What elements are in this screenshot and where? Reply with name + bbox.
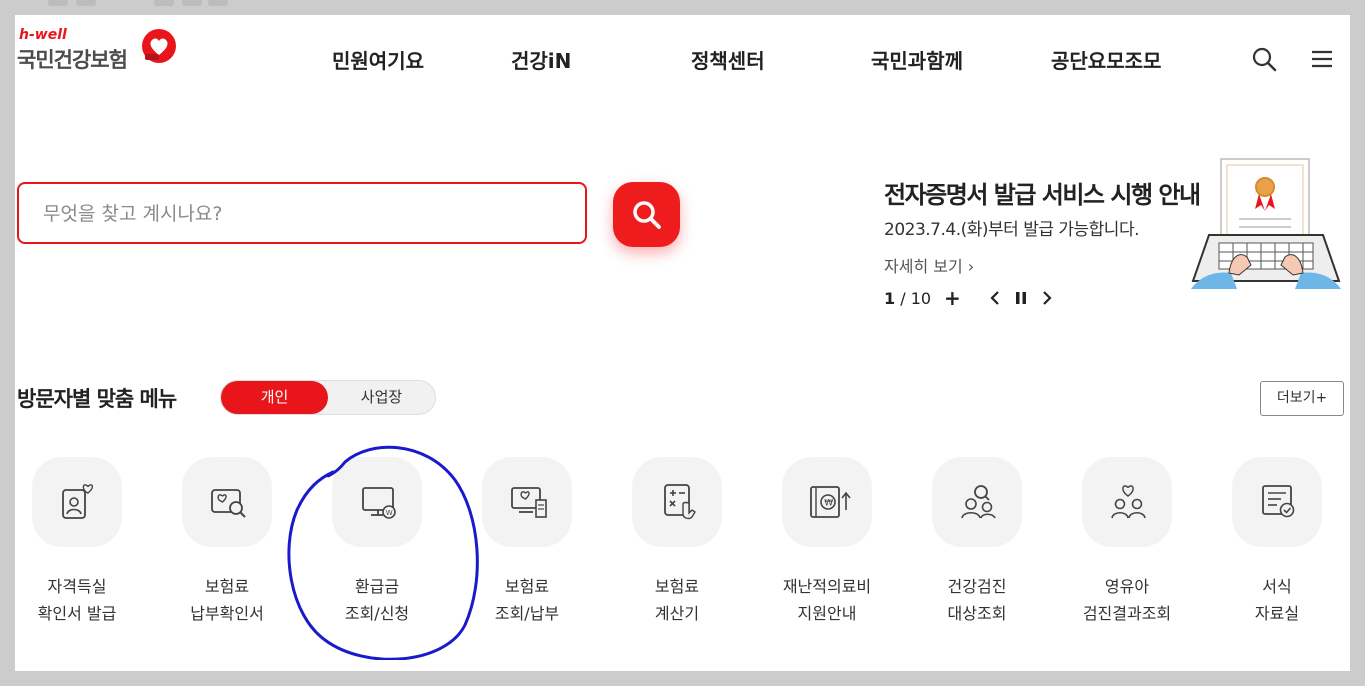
menu-label-line1: 보험료 bbox=[504, 577, 550, 596]
search-button[interactable] bbox=[613, 182, 680, 247]
menu-label-line1: 재난적의료비 bbox=[782, 577, 872, 596]
people-search-icon bbox=[961, 485, 996, 519]
won-support-icon: ₩ bbox=[810, 486, 851, 518]
nav-item-with-citizens[interactable]: 국민과함께 bbox=[871, 45, 963, 74]
menu-item-label: 보험료 납부확인서 bbox=[152, 573, 302, 627]
menu-icon-bg bbox=[1232, 457, 1322, 547]
menu-label-line2: 확인서 발급 bbox=[37, 604, 117, 623]
banner-plus-button[interactable]: + bbox=[944, 287, 964, 309]
menu-label-line2: 자료실 bbox=[1254, 604, 1300, 623]
menu-item-premium-calculator[interactable]: 보험료 계산기 bbox=[602, 457, 752, 637]
search-icon[interactable] bbox=[1251, 46, 1277, 72]
pager-total: 10 bbox=[910, 289, 932, 308]
strip-pill bbox=[48, 0, 68, 6]
menu-item-payment-certificate[interactable]: 보험료 납부확인서 bbox=[152, 457, 302, 637]
banner-pager: 1 / 10 bbox=[884, 289, 931, 308]
nav-item-health-in[interactable]: 건강iN bbox=[511, 45, 571, 74]
family-heart-icon bbox=[1111, 485, 1146, 519]
laptop-certificate-illustration bbox=[1191, 158, 1341, 289]
pager-separator: / bbox=[900, 289, 906, 308]
menu-item-label: 보험료 조회/납부 bbox=[452, 573, 602, 627]
page: h-well 국민건강보험 민원여기요 건강iN 정책센터 국민과함께 공단요모… bbox=[15, 15, 1350, 671]
menu-item-forms[interactable]: 서식 자료실 bbox=[1202, 457, 1350, 637]
menu-label-line1: 보험료 bbox=[654, 577, 700, 596]
menu-label-line2: 대상조회 bbox=[947, 604, 1007, 623]
menu-label-line2: 조회/신청 bbox=[344, 604, 410, 623]
svg-text:₩: ₩ bbox=[824, 499, 833, 509]
strip-pill bbox=[208, 0, 228, 6]
search-icon bbox=[633, 201, 661, 229]
menu-label-line1: 환급금 bbox=[354, 577, 400, 596]
document-search-icon bbox=[211, 489, 246, 518]
nav-item-policy-center[interactable]: 정책센터 bbox=[691, 45, 765, 74]
menu-item-label: 건강검진 대상조회 bbox=[902, 573, 1052, 627]
more-button[interactable]: 더보기+ bbox=[1260, 381, 1344, 416]
menu-item-label: 환급금 조회/신청 bbox=[302, 573, 452, 627]
menu-item-label: 영유아 검진결과조회 bbox=[1052, 573, 1202, 627]
strip-pill bbox=[76, 0, 96, 6]
pager-current: 1 bbox=[884, 289, 896, 308]
chevron-right-icon[interactable] bbox=[1037, 287, 1057, 309]
menu-item-catastrophic-medical[interactable]: ₩ 재난적의료비 지원안내 bbox=[752, 457, 902, 637]
pause-icon[interactable] bbox=[1011, 287, 1031, 309]
banner-more-link[interactable]: 자세히 보기 › bbox=[884, 253, 974, 277]
menu-icon-bg: W bbox=[332, 457, 422, 547]
toggle-personal[interactable]: 개인 bbox=[221, 381, 328, 414]
menu-label-line1: 영유아 bbox=[1104, 577, 1150, 596]
menu-item-health-checkup[interactable]: 건강검진 대상조회 bbox=[902, 457, 1052, 637]
menu-label-line2: 납부확인서 bbox=[190, 604, 264, 623]
menu-item-qualification[interactable]: 자격득실 확인서 발급 bbox=[15, 457, 152, 637]
menu-item-label: 재난적의료비 지원안내 bbox=[752, 573, 902, 627]
search-box bbox=[17, 182, 587, 244]
menu-icon-bg bbox=[632, 457, 722, 547]
menu-label-line1: 보험료 bbox=[204, 577, 250, 596]
search-input[interactable] bbox=[41, 198, 565, 230]
id-card-heart-icon bbox=[62, 484, 94, 519]
svg-text:W: W bbox=[386, 509, 393, 517]
menu-label-line2: 조회/납부 bbox=[494, 604, 560, 623]
menu-label-line2: 지원안내 bbox=[797, 604, 857, 623]
menu-icon-bg bbox=[482, 457, 572, 547]
nav-item-minwon[interactable]: 민원여기요 bbox=[332, 45, 424, 74]
menu-icon-bg: ₩ bbox=[782, 457, 872, 547]
main-nav: 민원여기요 건강iN 정책센터 국민과함께 공단요모조모 bbox=[15, 45, 1350, 75]
calculator-icon bbox=[664, 484, 696, 520]
chevron-left-icon[interactable] bbox=[985, 287, 1005, 309]
menu-icon-bg bbox=[1082, 457, 1172, 547]
menu-label-line1: 건강검진 bbox=[947, 577, 1007, 596]
menu-item-label: 서식 자료실 bbox=[1202, 573, 1350, 627]
visitor-menu-title: 방문자별 맞춤 메뉴 bbox=[17, 387, 177, 411]
menu-item-refund[interactable]: W 환급금 조회/신청 bbox=[302, 457, 452, 637]
strip-pill bbox=[182, 0, 202, 6]
menu-item-premium-payment[interactable]: 보험료 조회/납부 bbox=[452, 457, 602, 637]
menu-label-line2: 계산기 bbox=[654, 604, 700, 623]
browser-top-strip bbox=[0, 0, 1365, 15]
monitor-won-icon: W bbox=[362, 487, 396, 519]
menu-icon-bg bbox=[182, 457, 272, 547]
form-check-icon bbox=[1262, 485, 1295, 518]
menu-item-label: 자격득실 확인서 발급 bbox=[15, 573, 152, 627]
visitor-type-toggle: 개인 사업장 bbox=[220, 380, 436, 415]
menu-item-infant-checkup[interactable]: 영유아 검진결과조회 bbox=[1052, 457, 1202, 637]
menu-label-line1: 자격득실 bbox=[47, 577, 107, 596]
menu-label-line2: 검진결과조회 bbox=[1082, 604, 1172, 623]
menu-icon-bg bbox=[932, 457, 1022, 547]
banner-title[interactable]: 전자증명서 발급 서비스 시행 안내 bbox=[884, 175, 1201, 210]
menu-icon-bg bbox=[32, 457, 122, 547]
nav-item-about[interactable]: 공단요모조모 bbox=[1051, 45, 1161, 74]
toggle-business[interactable]: 사업장 bbox=[328, 381, 435, 414]
menu-item-label: 보험료 계산기 bbox=[602, 573, 752, 627]
strip-pill bbox=[154, 0, 174, 6]
logo-tagline: h-well bbox=[19, 27, 67, 43]
monitor-receipt-icon bbox=[511, 487, 547, 518]
hamburger-menu-icon[interactable] bbox=[1309, 46, 1335, 72]
menu-label-line1: 서식 bbox=[1262, 577, 1292, 596]
banner-subtitle: 2023.7.4.(화)부터 발급 가능합니다. bbox=[884, 220, 1139, 240]
